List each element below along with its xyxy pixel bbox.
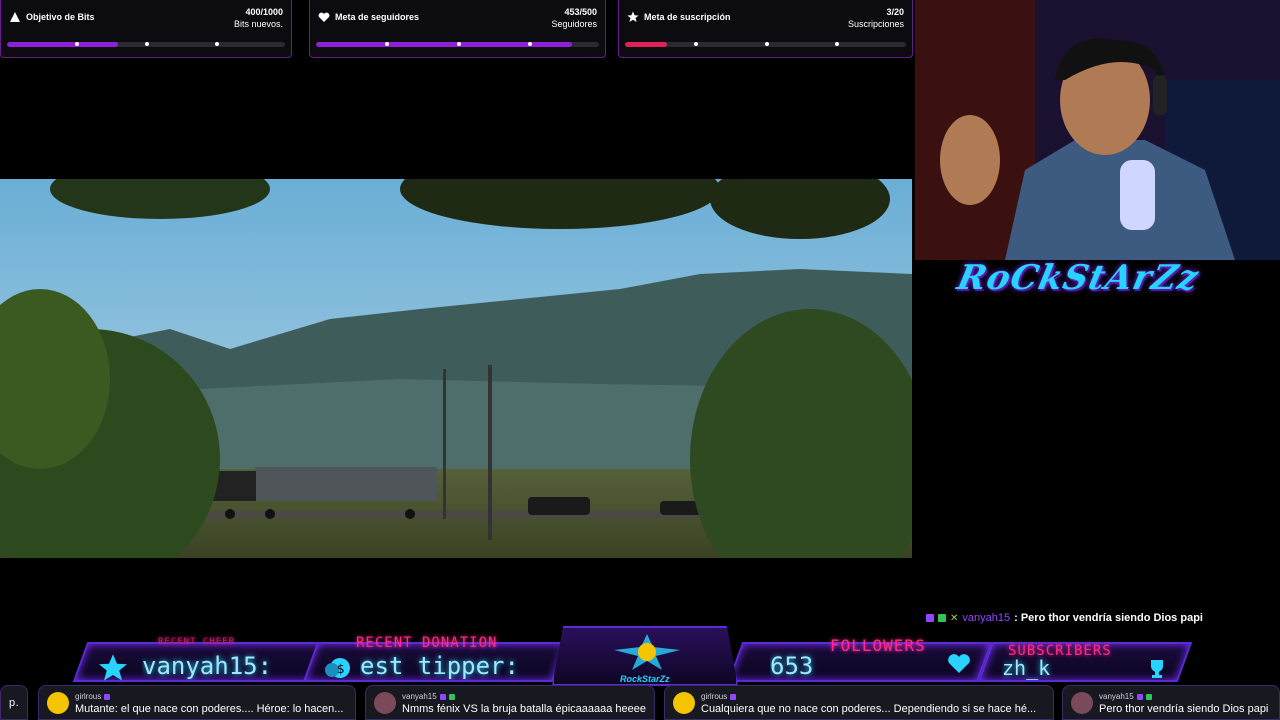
- verified-badge-icon: [1145, 693, 1152, 700]
- ticker-message: Nmms fénix VS la bruja batalla épicaaaaa…: [402, 702, 646, 715]
- goal-marker: [457, 42, 461, 46]
- broadcaster-badge-icon: [730, 693, 737, 700]
- video-player[interactable]: [0, 179, 912, 558]
- goal-title: Objetivo de Bits: [26, 12, 95, 22]
- ticker-username: girlrous: [701, 691, 728, 701]
- goal-marker: [765, 42, 769, 46]
- movie-scene-image: [0, 179, 912, 558]
- goal-unit: Suscripciones: [847, 19, 904, 29]
- svg-text:$: $: [337, 662, 345, 676]
- bits-goal-card: Objetivo de Bits 400/1000 Bits nuevos.: [0, 0, 292, 58]
- heart-icon: [318, 12, 330, 22]
- goal-unit: Seguidores: [551, 19, 597, 29]
- avatar: [673, 691, 695, 714]
- goal-marker: [75, 42, 79, 46]
- recent-cheer-value: vanyah15:: [142, 652, 273, 680]
- heart-icon: [948, 654, 970, 673]
- verified-badge-icon: [448, 693, 455, 700]
- ticker-message: Pero thor vendría siendo Dios papi: [1099, 702, 1269, 715]
- broadcaster-badge-icon: [104, 693, 111, 700]
- subscription-goal-card: Meta de suscripción 3/20 Suscripciones: [618, 0, 913, 58]
- center-logo-text: RockStarZz: [620, 674, 670, 684]
- goal-count: 400/1000: [245, 7, 283, 17]
- ticker-item: girlrous Mutante: el que nace con podere…: [38, 685, 356, 720]
- chat-message: ✕ vanyah15 : Pero thor vendría siendo Di…: [926, 612, 1203, 624]
- goal-marker: [835, 42, 839, 46]
- recent-donation-label: RECENT DONATION: [356, 635, 498, 651]
- goal-unit: Bits nuevos.: [233, 19, 283, 29]
- star-emblem-icon: [614, 634, 680, 670]
- trophy-icon: [1151, 660, 1163, 678]
- subscribers-value: zh_k: [1002, 656, 1051, 680]
- followers-value: 653: [770, 652, 814, 680]
- goal-marker: [385, 42, 389, 46]
- recent-cheer-label: RECENT CHEER: [158, 637, 236, 647]
- ticker-username: vanyah15: [402, 691, 437, 701]
- triangle-icon: [10, 12, 20, 22]
- ticker-item: vanyah15 Pero thor vendría siendo Dios p…: [1062, 685, 1280, 720]
- webcam-feed: [915, 0, 1280, 260]
- ticker-username: vanyah15: [1099, 691, 1134, 701]
- ticker-username: girlrous: [75, 691, 102, 701]
- channel-logo: RoCkStArZz: [953, 258, 1203, 298]
- center-emblem: RockStarZz: [552, 626, 738, 686]
- goal-count: 453/500: [564, 7, 597, 17]
- goal-marker: [145, 42, 149, 46]
- star-icon: [627, 11, 639, 22]
- coins-icon: $: [325, 658, 350, 678]
- goal-progress-fill: [316, 42, 573, 47]
- chat-username: vanyah15: [962, 612, 1011, 624]
- ticker-message: Cualquiera que no nace con poderes... De…: [701, 702, 1037, 715]
- ticker-item: girlrous Cualquiera que no nace con pode…: [664, 685, 1054, 720]
- followers-goal-card: Meta de seguidores 453/500 Seguidores: [309, 0, 606, 58]
- chat-text: : Pero thor vendría siendo Dios papi: [1014, 612, 1203, 624]
- goal-marker: [694, 42, 698, 46]
- goal-title: Meta de seguidores: [335, 12, 420, 22]
- avatar: [374, 691, 396, 714]
- goal-marker: [528, 42, 532, 46]
- goal-count: 3/20: [886, 7, 904, 17]
- ticker-item: p...: [0, 685, 28, 720]
- goal-title: Meta de suscripción: [644, 12, 731, 22]
- avatar: [47, 691, 69, 714]
- broadcaster-badge-icon: [926, 614, 934, 622]
- streamer-camera-image: [915, 0, 1280, 260]
- goal-marker: [215, 42, 219, 46]
- ticker-item: vanyah15 Nmms fénix VS la bruja batalla …: [365, 685, 655, 720]
- broadcaster-badge-icon: [439, 693, 446, 700]
- broadcaster-badge-icon: [1136, 693, 1143, 700]
- x-badge-icon: ✕: [950, 612, 959, 624]
- verified-badge-icon: [938, 614, 946, 622]
- ticker-message: p...: [9, 696, 19, 709]
- recent-donation-value: est tipper:: [360, 652, 519, 680]
- star-icon: [99, 654, 127, 681]
- goal-progress-fill: [7, 42, 119, 47]
- ticker-message: Mutante: el que nace con poderes.... Hér…: [75, 702, 344, 715]
- goal-progress-fill: [625, 42, 668, 47]
- avatar: [1071, 691, 1093, 714]
